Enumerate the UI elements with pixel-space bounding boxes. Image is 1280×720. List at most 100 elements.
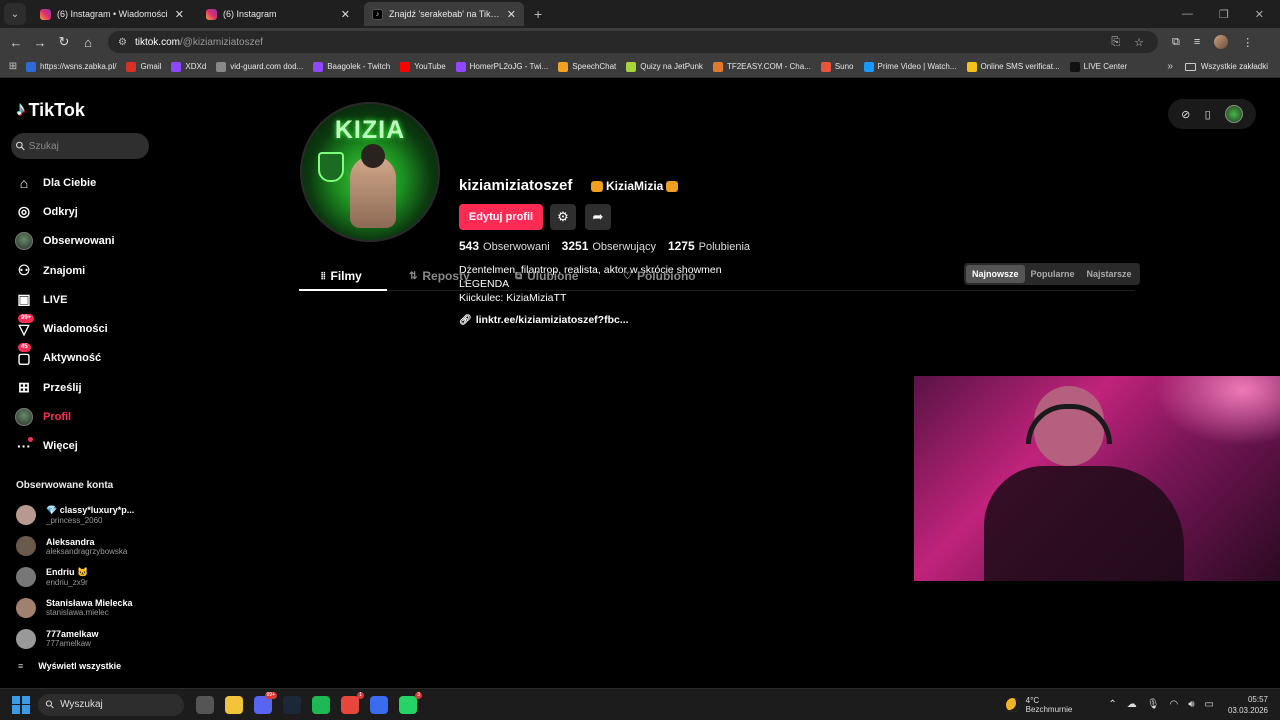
bookmark-item[interactable]: https://wsns.zabka.pl/ bbox=[26, 61, 116, 72]
new-tab-button[interactable]: + bbox=[534, 6, 542, 22]
show-all-label: Wyświetl wszystkie bbox=[38, 661, 122, 671]
show-all-link[interactable]: ≡ Wyświetl wszystkie bbox=[18, 661, 121, 671]
browser-menu-icon[interactable]: ⋮ bbox=[1242, 36, 1253, 49]
tab-favorites[interactable]: ⧉ Ulubione bbox=[515, 263, 578, 289]
tab-search-chevron-icon[interactable]: ⌄ bbox=[4, 3, 26, 25]
windows-start-icon[interactable] bbox=[12, 695, 30, 714]
bookmark-star-icon[interactable]: ☆ bbox=[1134, 36, 1144, 49]
wifi-icon[interactable]: ◠ bbox=[1169, 699, 1178, 710]
tab-videos[interactable]: ⦙⦙ Filmy bbox=[321, 263, 362, 289]
app-badge: 3 bbox=[415, 691, 422, 699]
bookmark-item[interactable]: Quizy na JetPunk bbox=[626, 61, 703, 72]
browser-tab[interactable]: (6) Instagram ✕ bbox=[198, 2, 358, 26]
weather-widget[interactable]: 4°C Bezchmurnie bbox=[1005, 696, 1072, 714]
share-icon[interactable]: ➦ bbox=[585, 204, 611, 230]
minimize-icon[interactable]: — bbox=[1182, 8, 1193, 21]
sidebar-item-friends[interactable]: ⚇ Znajomi bbox=[14, 256, 154, 285]
taskbar-clock[interactable]: 05:57 03.03.2026 bbox=[1228, 694, 1268, 716]
sidebar-item-profile-avatar[interactable]: Profil bbox=[14, 402, 154, 431]
bookmark-item[interactable]: LIVE Center bbox=[1069, 61, 1127, 72]
app-icon[interactable] bbox=[370, 695, 388, 714]
edit-profile-button[interactable]: Edytuj profil bbox=[459, 204, 543, 230]
sidebar-item-home[interactable]: ⌂ Dla Ciebie bbox=[14, 168, 154, 197]
browser-profile-avatar[interactable] bbox=[1214, 35, 1229, 49]
file-explorer-icon[interactable] bbox=[225, 695, 243, 714]
address-bar[interactable]: ⚙ tiktok.com/@kiziamiziatoszef ⎘ ☆ bbox=[108, 31, 1158, 53]
task-view-icon[interactable] bbox=[196, 695, 214, 714]
close-icon[interactable]: ✕ bbox=[175, 8, 184, 21]
site-info-icon[interactable]: ⚙ bbox=[118, 37, 127, 48]
stat-following[interactable]: 543 Obserwowani bbox=[459, 239, 550, 253]
sidebar-item-activity[interactable]: ▢ 45 Aktywność bbox=[14, 343, 154, 373]
sidebar-item-live[interactable]: ▣ LIVE bbox=[14, 285, 154, 314]
active-tab-underline bbox=[299, 289, 387, 291]
bookmark-item[interactable]: Baagolek - Twitch bbox=[313, 61, 390, 72]
phone-icon[interactable]: ▯ bbox=[1205, 108, 1211, 121]
discord-icon[interactable]: 99+ bbox=[254, 691, 277, 714]
browser-tab-active[interactable]: ♪ Znajdź 'serakebab' na TikTok | W ✕ bbox=[364, 2, 524, 26]
chrome-icon[interactable]: 1 bbox=[341, 691, 364, 714]
followed-account[interactable]: Aleksandra aleksandragrzybowska bbox=[16, 531, 156, 562]
sidebar-item-upload[interactable]: ⊞ Prześlij bbox=[14, 373, 154, 402]
sidebar-item-more[interactable]: ··· Więcej bbox=[14, 432, 154, 461]
onedrive-icon[interactable]: ☁ bbox=[1127, 699, 1137, 710]
sort-oldest[interactable]: Najstarsze bbox=[1081, 265, 1138, 283]
search-input[interactable]: ⚲ Szukaj bbox=[11, 133, 149, 159]
bookmark-item[interactable]: Gmail bbox=[126, 61, 161, 72]
browser-tab[interactable]: (6) Instagram • Wiadomości ✕ bbox=[32, 2, 192, 26]
whatsapp-icon[interactable]: 3 bbox=[399, 691, 422, 714]
followed-account[interactable]: 💎 classy*luxury*p... _princess_2060 bbox=[16, 500, 156, 531]
apps-grid-icon[interactable]: ⊞ bbox=[0, 61, 26, 72]
bookmark-item[interactable]: HomerPL2oJG - Twi... bbox=[455, 61, 548, 72]
bookmark-item[interactable]: TF2EASY.COM - Cha... bbox=[712, 61, 811, 72]
tab-liked[interactable]: ♡ Polubiono bbox=[623, 263, 696, 289]
followed-account[interactable]: Stanisława Mielecka stanislawa.mielec bbox=[16, 592, 156, 623]
chevron-up-icon[interactable]: ⌃ bbox=[1108, 699, 1116, 710]
followed-account[interactable]: 777amelkaw 777amelkaw bbox=[16, 623, 156, 654]
forward-arrow-icon[interactable]: → bbox=[28, 35, 52, 50]
tiktok-logo[interactable]: ♪ TikTok bbox=[16, 99, 85, 121]
microphone-icon[interactable]: 🎙︎ bbox=[1147, 699, 1160, 710]
bookmark-item[interactable]: Online SMS verificat... bbox=[966, 61, 1060, 72]
bookmark-item[interactable]: vid-guard.com dod... bbox=[216, 61, 303, 72]
volume-icon[interactable]: 🔊︎ bbox=[1188, 699, 1194, 710]
restore-icon[interactable]: ❐ bbox=[1219, 8, 1229, 21]
close-window-icon[interactable]: ✕ bbox=[1255, 8, 1264, 21]
steam-icon[interactable] bbox=[283, 695, 301, 714]
bookmark-favicon-icon bbox=[863, 61, 874, 72]
stat-followers[interactable]: 3251 Obserwujący bbox=[562, 239, 656, 253]
spotify-icon[interactable] bbox=[312, 695, 330, 714]
home-icon[interactable]: ⌂ bbox=[76, 35, 100, 50]
notification-badge: 99+ bbox=[18, 314, 35, 324]
more-bookmarks-icon[interactable]: » bbox=[1167, 61, 1173, 72]
back-arrow-icon[interactable]: ← bbox=[4, 35, 28, 50]
profile-avatar[interactable]: KIZIA bbox=[300, 102, 440, 242]
battery-icon[interactable]: ▭ bbox=[1205, 699, 1214, 710]
bookmark-item[interactable]: XDXd bbox=[171, 61, 206, 72]
bookmark-item[interactable]: Suno bbox=[820, 61, 854, 72]
reading-list-icon[interactable]: ≡ bbox=[1194, 36, 1200, 48]
sort-newest[interactable]: Najnowsze bbox=[966, 265, 1025, 283]
followed-account[interactable]: Endriu 🐱 endriu_zx9r bbox=[16, 562, 156, 593]
sort-popular[interactable]: Popularne bbox=[1025, 265, 1081, 283]
bookmark-item[interactable]: Prime Video | Watch... bbox=[863, 61, 957, 72]
close-icon[interactable]: ✕ bbox=[341, 8, 350, 21]
bookmark-item[interactable]: SpeechChat bbox=[558, 61, 616, 72]
coins-icon[interactable]: ⊘ bbox=[1181, 108, 1190, 121]
bookmark-item[interactable]: YouTube bbox=[400, 61, 446, 72]
sidebar-item-compass[interactable]: ◎ Odkryj bbox=[14, 197, 154, 226]
install-app-icon[interactable]: ⎘ bbox=[1111, 36, 1120, 49]
taskbar-search[interactable]: ⚲ Wyszukaj bbox=[38, 693, 184, 716]
sidebar-item-following-avatar[interactable]: Obserwowani bbox=[14, 227, 154, 256]
webcam-person-body bbox=[984, 466, 1184, 581]
extensions-icon[interactable]: ⧉ bbox=[1172, 36, 1180, 49]
close-icon[interactable]: ✕ bbox=[507, 8, 516, 21]
user-avatar[interactable] bbox=[1224, 105, 1243, 123]
all-bookmarks-folder[interactable]: Wszystkie zakładki bbox=[1184, 62, 1268, 71]
activity-icon: ▢ 45 bbox=[17, 343, 31, 366]
settings-gear-icon[interactable]: ⚙ bbox=[550, 204, 576, 230]
tab-reposts[interactable]: ⇅ Reposty bbox=[409, 263, 470, 289]
sidebar-item-messages[interactable]: ▽ 99+ Wiadomości bbox=[14, 314, 154, 343]
reload-icon[interactable]: ↻ bbox=[52, 34, 76, 50]
profile-link[interactable]: 🔗︎ linktr.ee/kiziamiziatoszef?fbc... bbox=[459, 314, 629, 326]
